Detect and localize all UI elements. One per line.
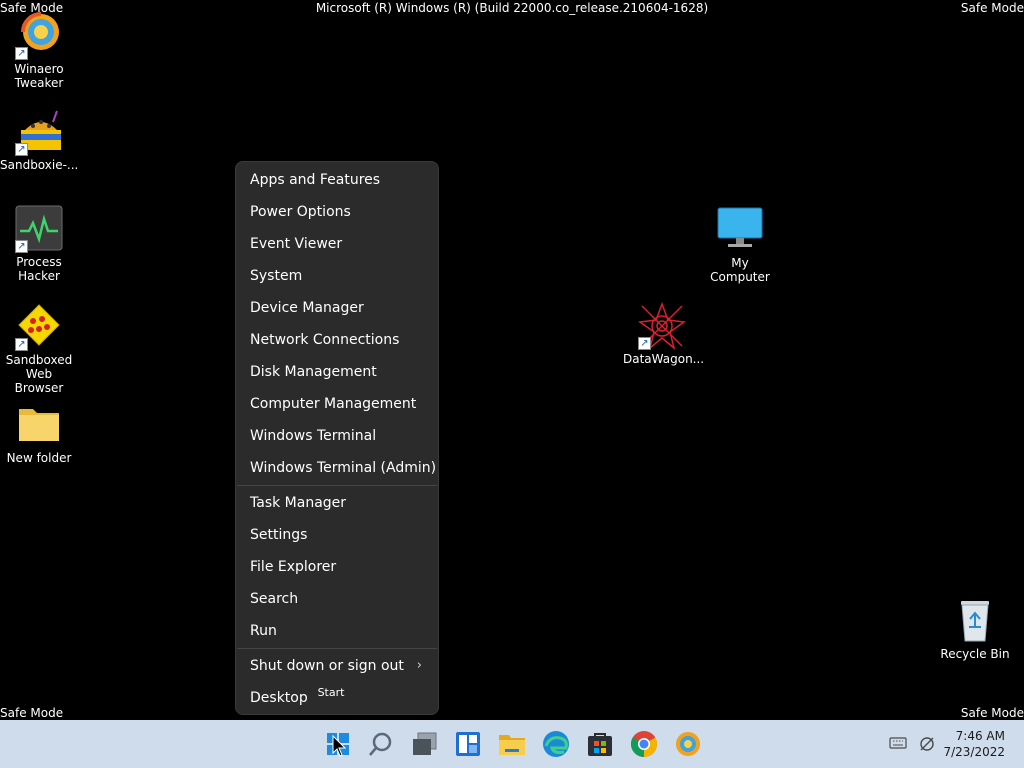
chrome-icon — [630, 731, 658, 758]
mouse-cursor-icon — [332, 734, 347, 757]
menu-item-power-options[interactable]: Power Options — [236, 197, 438, 227]
recycle-bin-icon — [951, 597, 999, 645]
winaero-tweaker-icon — [676, 732, 700, 756]
menu-separator — [237, 648, 437, 649]
desktop-icon-label: New folder — [6, 451, 72, 465]
winaero-tweaker-icon: ↗ — [15, 12, 63, 60]
desktop-icon-label: DataWagon... — [623, 352, 705, 366]
desktop-icon-recycle-bin[interactable]: Recycle Bin — [936, 597, 1014, 661]
desktop-icon-label: Sandboxie-... — [0, 158, 79, 172]
shortcut-arrow-icon: ↗ — [15, 47, 28, 60]
desktop-icon-sandboxed-browser[interactable]: ↗ Sandboxed Web Browser — [0, 303, 78, 395]
desktop-icon-process-hacker[interactable]: ↗ Process Hacker — [0, 205, 78, 283]
desktop-icon-datawagon[interactable]: ↗ DataWagon... — [623, 301, 705, 366]
menu-item-computer-management[interactable]: Computer Management — [236, 389, 438, 419]
search-button[interactable] — [365, 728, 397, 760]
clock-time: 7:46 AM — [955, 729, 1005, 743]
shortcut-arrow-icon: ↗ — [638, 337, 651, 350]
start-tooltip: Start — [312, 683, 350, 702]
file-explorer-icon — [499, 735, 525, 755]
task-view-icon — [413, 732, 437, 755]
menu-item-file-explorer[interactable]: File Explorer — [236, 552, 438, 582]
system-clock[interactable]: 7:46 AM 7/23/2022 — [943, 728, 1005, 760]
menu-item-search[interactable]: Search — [236, 584, 438, 614]
menu-item-device-manager[interactable]: Device Manager — [236, 293, 438, 323]
desktop-icon-label: Winaero Tweaker — [14, 62, 64, 90]
build-watermark: Microsoft (R) Windows (R) (Build 22000.c… — [315, 1, 709, 15]
chevron-right-icon: › — [416, 658, 422, 673]
menu-item-event-viewer[interactable]: Event Viewer — [236, 229, 438, 259]
menu-item-apps-and-features[interactable]: Apps and Features — [236, 165, 438, 195]
desktop-icon-label: Recycle Bin — [940, 647, 1010, 661]
menu-item-task-manager[interactable]: Task Manager — [236, 488, 438, 518]
desktop-icon-label: Process Hacker — [16, 255, 62, 283]
desktop-icon-new-folder[interactable]: New folder — [0, 401, 78, 465]
edge-button[interactable] — [540, 728, 572, 760]
monitor-icon — [716, 206, 764, 254]
taskbar: 7:46 AM 7/23/2022 — [0, 720, 1024, 768]
menu-separator — [237, 485, 437, 486]
network-status-icon[interactable] — [918, 735, 936, 756]
desktop-icon-my-computer[interactable]: My Computer — [701, 206, 779, 284]
process-hacker-icon: ↗ — [15, 205, 63, 253]
store-icon — [588, 733, 612, 756]
shortcut-arrow-icon: ↗ — [15, 240, 28, 253]
desktop-icon-winaero-tweaker[interactable]: ↗ Winaero Tweaker — [0, 12, 78, 90]
menu-item-run[interactable]: Run — [236, 616, 438, 646]
keyboard-icon[interactable] — [889, 736, 907, 753]
menu-item-windows-terminal[interactable]: Windows Terminal — [236, 421, 438, 451]
menu-item-settings[interactable]: Settings — [236, 520, 438, 550]
chrome-button[interactable] — [628, 728, 660, 760]
folder-icon — [15, 401, 63, 449]
safe-mode-watermark-bottom-left: Safe Mode — [0, 706, 64, 720]
menu-item-system[interactable]: System — [236, 261, 438, 291]
power-user-menu: Apps and Features Power Options Event Vi… — [235, 161, 439, 715]
desktop-icon-sandboxie[interactable]: ↗ Sandboxie-... — [0, 108, 78, 172]
search-icon — [369, 732, 392, 756]
menu-item-label: Shut down or sign out — [250, 658, 404, 674]
datawagon-icon: ↗ — [638, 301, 686, 351]
clock-date: 7/23/2022 — [943, 745, 1005, 759]
store-button[interactable] — [584, 728, 616, 760]
shortcut-arrow-icon: ↗ — [15, 143, 28, 156]
menu-item-windows-terminal-admin[interactable]: Windows Terminal (Admin) — [236, 453, 438, 483]
file-explorer-button[interactable] — [496, 728, 528, 760]
task-view-button[interactable] — [409, 728, 441, 760]
widgets-button[interactable] — [452, 728, 484, 760]
desktop-icon-label: Sandboxed Web Browser — [5, 353, 73, 395]
menu-item-network-connections[interactable]: Network Connections — [236, 325, 438, 355]
sandboxie-icon: ↗ — [15, 108, 63, 156]
desktop-icon-label: My Computer — [710, 256, 770, 284]
shortcut-arrow-icon: ↗ — [15, 338, 28, 351]
menu-item-shut-down-or-sign-out[interactable]: Shut down or sign out › — [236, 651, 438, 681]
widgets-icon — [456, 732, 480, 756]
edge-icon — [543, 731, 569, 757]
safe-mode-watermark-bottom-right: Safe Mode — [960, 706, 1024, 720]
winaero-tweaker-taskbar-button[interactable] — [672, 728, 704, 760]
sandboxed-browser-icon: ↗ — [15, 303, 63, 351]
menu-item-disk-management[interactable]: Disk Management — [236, 357, 438, 387]
